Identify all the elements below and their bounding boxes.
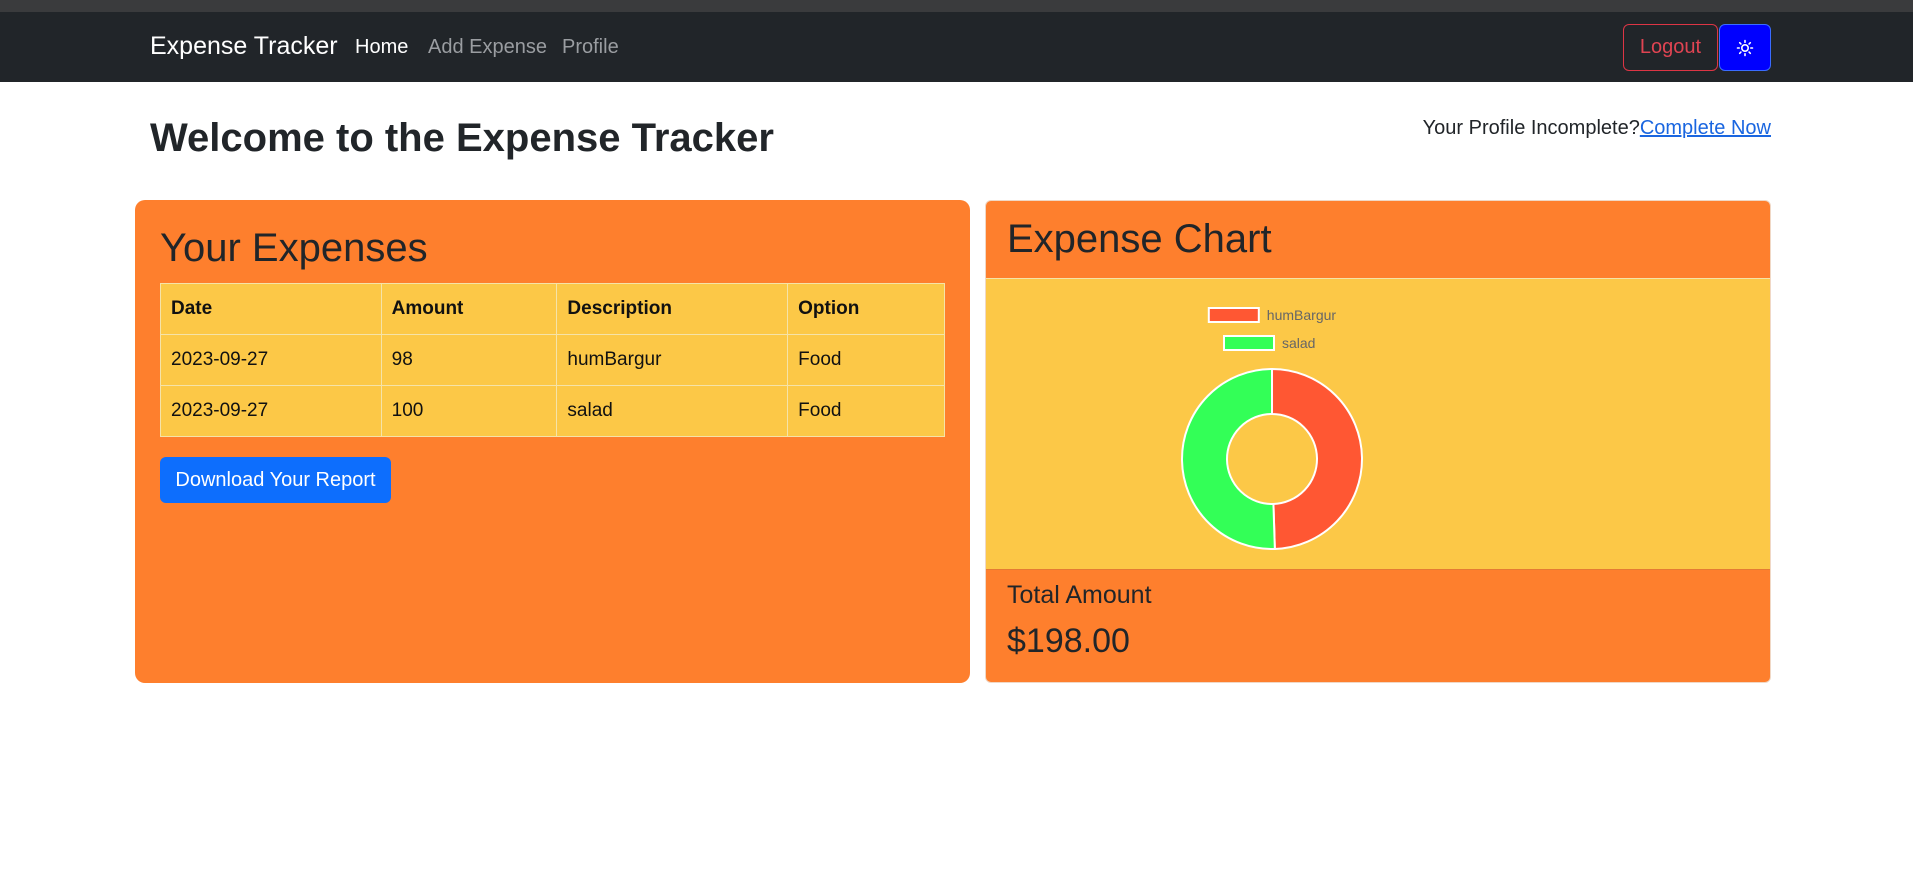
cell-description: humBargur bbox=[556, 334, 789, 386]
sun-icon bbox=[1736, 39, 1754, 56]
complete-profile-link[interactable]: Complete Now bbox=[1640, 117, 1771, 139]
logout-button[interactable]: Logout bbox=[1623, 24, 1718, 71]
profile-incomplete-notice: Your Profile Incomplete?Complete Now bbox=[1423, 117, 1771, 140]
navbar: Expense Tracker Home Add Expense Profile… bbox=[0, 12, 1913, 82]
total-amount-value: $198.00 bbox=[1007, 622, 1130, 660]
cell-date: 2023-09-27 bbox=[160, 385, 382, 437]
cell-amount: 100 bbox=[380, 385, 558, 437]
download-report-button[interactable]: Download Your Report bbox=[160, 457, 391, 503]
column-header-option: Option bbox=[787, 283, 945, 335]
column-header-amount: Amount bbox=[380, 283, 558, 335]
expenses-table: Date Amount Description Option 2023-09-2… bbox=[160, 283, 945, 437]
legend-item-humbargur[interactable]: humBargur bbox=[1207, 307, 1337, 323]
expenses-card: Your Expenses Date Amount Description Op… bbox=[135, 200, 970, 683]
table-row: 2023-09-27 98 humBargur Food bbox=[160, 334, 945, 386]
donut-slice-salad[interactable] bbox=[1181, 367, 1276, 550]
nav-link-home[interactable]: Home bbox=[355, 37, 408, 57]
column-header-description: Description bbox=[556, 283, 789, 335]
legend-swatch bbox=[1223, 335, 1275, 351]
cell-date: 2023-09-27 bbox=[160, 334, 382, 386]
browser-top-strip bbox=[0, 0, 1913, 12]
column-header-date: Date bbox=[160, 283, 382, 335]
expense-chart-card: Expense Chart humBargur salad Total Amoun… bbox=[985, 200, 1771, 683]
expenses-title: Your Expenses bbox=[160, 226, 428, 270]
cell-option: Food bbox=[787, 334, 945, 386]
cell-option: Food bbox=[787, 385, 945, 437]
table-header-row: Date Amount Description Option bbox=[160, 283, 945, 335]
nav-link-profile[interactable]: Profile bbox=[562, 37, 619, 57]
legend-item-salad[interactable]: salad bbox=[1223, 335, 1315, 351]
total-amount-label: Total Amount bbox=[1007, 581, 1152, 609]
cell-amount: 98 bbox=[380, 334, 558, 386]
profile-incomplete-text: Your Profile Incomplete? bbox=[1422, 117, 1640, 139]
navbar-brand[interactable]: Expense Tracker bbox=[150, 34, 338, 59]
page-title: Welcome to the Expense Tracker bbox=[150, 116, 774, 160]
chart-area: humBargur salad bbox=[986, 278, 1770, 570]
donut-chart: humBargur salad bbox=[1181, 307, 1363, 550]
chart-card-title: Expense Chart bbox=[1007, 217, 1272, 261]
cell-description: salad bbox=[556, 385, 789, 437]
nav-link-add-expense[interactable]: Add Expense bbox=[428, 37, 547, 57]
legend-swatch bbox=[1207, 307, 1260, 323]
legend-label: salad bbox=[1282, 335, 1315, 351]
donut-slice-humbargur[interactable] bbox=[1271, 367, 1363, 550]
theme-toggle-button[interactable] bbox=[1719, 24, 1771, 71]
table-row: 2023-09-27 100 salad Food bbox=[160, 385, 945, 437]
legend-label: humBargur bbox=[1267, 307, 1337, 323]
